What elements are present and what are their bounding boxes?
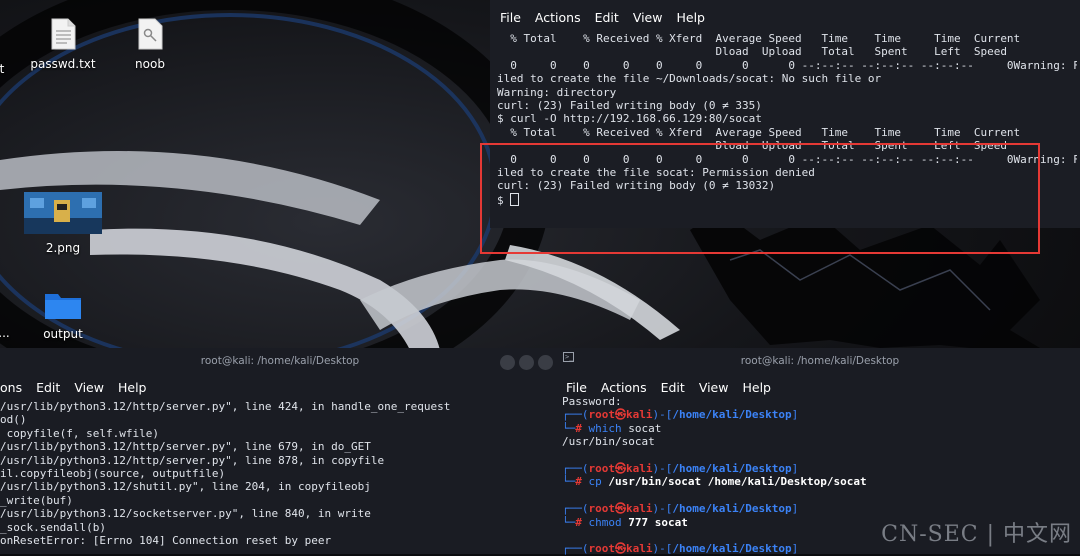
image-thumbnail-icon [24,192,102,234]
shell-prompt: $ [497,193,511,207]
terminal-line: onResetError: [Errno 104] Connection res… [0,534,332,548]
menu-edit[interactable]: Edit [36,380,60,395]
terminal-line: od() [0,413,27,427]
terminal-line: Dload Upload Total Spent Left Speed [497,45,1007,59]
terminal-line: il.copyfileobj(source, outputfile) [0,467,226,481]
menu-edit[interactable]: Edit [661,380,685,395]
terminal-line: 0 0 0 0 0 0 0 0 --:--:-- --:--:-- --:--:… [497,152,1077,166]
menu-help[interactable]: Help [742,380,771,395]
desktop-icon-passwd[interactable]: passwd.txt [28,18,98,71]
command-output: /usr/bin/socat [562,435,655,449]
desktop-icon-label: t [0,62,5,76]
menu-file[interactable]: File [566,380,587,395]
menu-view[interactable]: View [699,380,729,395]
blank-line [562,449,1077,462]
menu-help[interactable]: Help [676,10,705,25]
window-title: root@kali: /home/kali/Desktop [740,355,900,367]
terminal-line: /usr/lib/python3.12/socketserver.py", li… [0,507,371,521]
desktop-icon-label: ... [0,326,10,340]
minimize-button[interactable] [500,355,515,370]
desktop-icon-label: noob [135,57,165,71]
terminal-line: Password: [562,395,622,408]
folder-icon [45,294,81,319]
terminal-output[interactable]: /usr/lib/python3.12/http/server.py", lin… [0,400,560,547]
maximize-button[interactable] [519,355,534,370]
menu-actions[interactable]: Actions [601,380,647,395]
prompt-line: ┌──(root㉿kali)-[/home/kali/Desktop] [562,408,799,422]
terminal-line: curl: (23) Failed writing body (0 ≠ 1303… [497,179,776,193]
terminal-output[interactable]: % Total % Received % Xferd Average Speed… [497,32,1077,207]
blank-line [562,489,1077,502]
key-file-icon [138,18,163,50]
terminal-line: curl: (23) Failed writing body (0 ≠ 335) [497,99,762,113]
menu-view[interactable]: View [74,380,104,395]
menu-view[interactable]: View [633,10,663,25]
desktop-icon-label: 2.png [45,241,81,255]
terminal-line: % Total % Received % Xferd Average Speed… [497,32,1021,45]
menu-file[interactable]: File [500,10,521,25]
terminal-line: _write(buf) [0,493,73,507]
desktop-icon-partial[interactable]: t [0,20,12,76]
terminal-window-bottom-left[interactable]: root@kali: /home/kali/Desktop ons Edit V… [0,348,560,554]
command-line: └─# which socat [562,421,662,435]
terminal-line: % Total % Received % Xferd Average Speed… [497,125,1021,139]
terminal-line: Warning: directory [497,85,617,99]
window-title: root@kali: /home/kali/Desktop [200,355,360,367]
terminal-line: iled to create the file ~/Downloads/soca… [497,72,882,86]
close-button[interactable] [538,355,553,370]
terminal-line: iled to create the file socat: Permissio… [497,166,815,180]
terminal-prompt-line[interactable]: $ [497,192,1077,207]
terminal-icon: >_ [563,352,574,362]
menu-bar: File Actions Edit View Help [490,0,1080,28]
text-cursor [510,192,520,206]
menu-help[interactable]: Help [118,380,147,395]
terminal-line: Dload Upload Total Spent Left Speed [497,139,1007,153]
desktop-icon-partial[interactable]: ... [0,326,14,340]
desktop-icon-label: output [43,327,83,341]
terminal-line: /usr/lib/python3.12/shutil.py", line 204… [0,480,371,494]
terminal-line: copyfile(f, self.wfile) [0,426,159,440]
terminal-line: /usr/lib/python3.12/http/server.py", lin… [0,453,385,467]
desktop-icon-2png[interactable]: 2.png [24,192,102,255]
terminal-line: /usr/lib/python3.12/http/server.py", lin… [0,400,451,413]
watermark: CN-SEC | 中文网 [881,522,1072,547]
terminal-line: $ curl -O http://192.168.66.129:80/socat [497,112,762,126]
menu-edit[interactable]: Edit [595,10,619,25]
prompt-line: ┌──(root㉿kali)-[/home/kali/Desktop] [562,462,799,476]
menu-bar: ons Edit View Help [0,376,560,398]
desktop-icon-noob[interactable]: noob [120,18,180,71]
text-file-icon [51,18,76,50]
desktop-icon-label: passwd.txt [30,57,96,71]
menu-actions[interactable]: ons [0,380,22,395]
prompt-line: ┌──(root㉿kali)-[/home/kali/Desktop] [562,502,799,516]
terminal-window-top[interactable]: File Actions Edit View Help % Total % Re… [490,0,1080,228]
terminal-line: /usr/lib/python3.12/http/server.py", lin… [0,440,371,454]
window-controls [500,355,553,370]
desktop-icon-output[interactable]: output [30,290,96,341]
terminal-line: 0 0 0 0 0 0 0 0 --:--:-- --:--:-- --:--:… [497,58,1077,72]
command-line: └─# cp /usr/bin/socat /home/kali/Desktop… [562,475,867,489]
terminal-line: _sock.sendall(b) [0,520,106,534]
menu-actions[interactable]: Actions [535,10,581,25]
